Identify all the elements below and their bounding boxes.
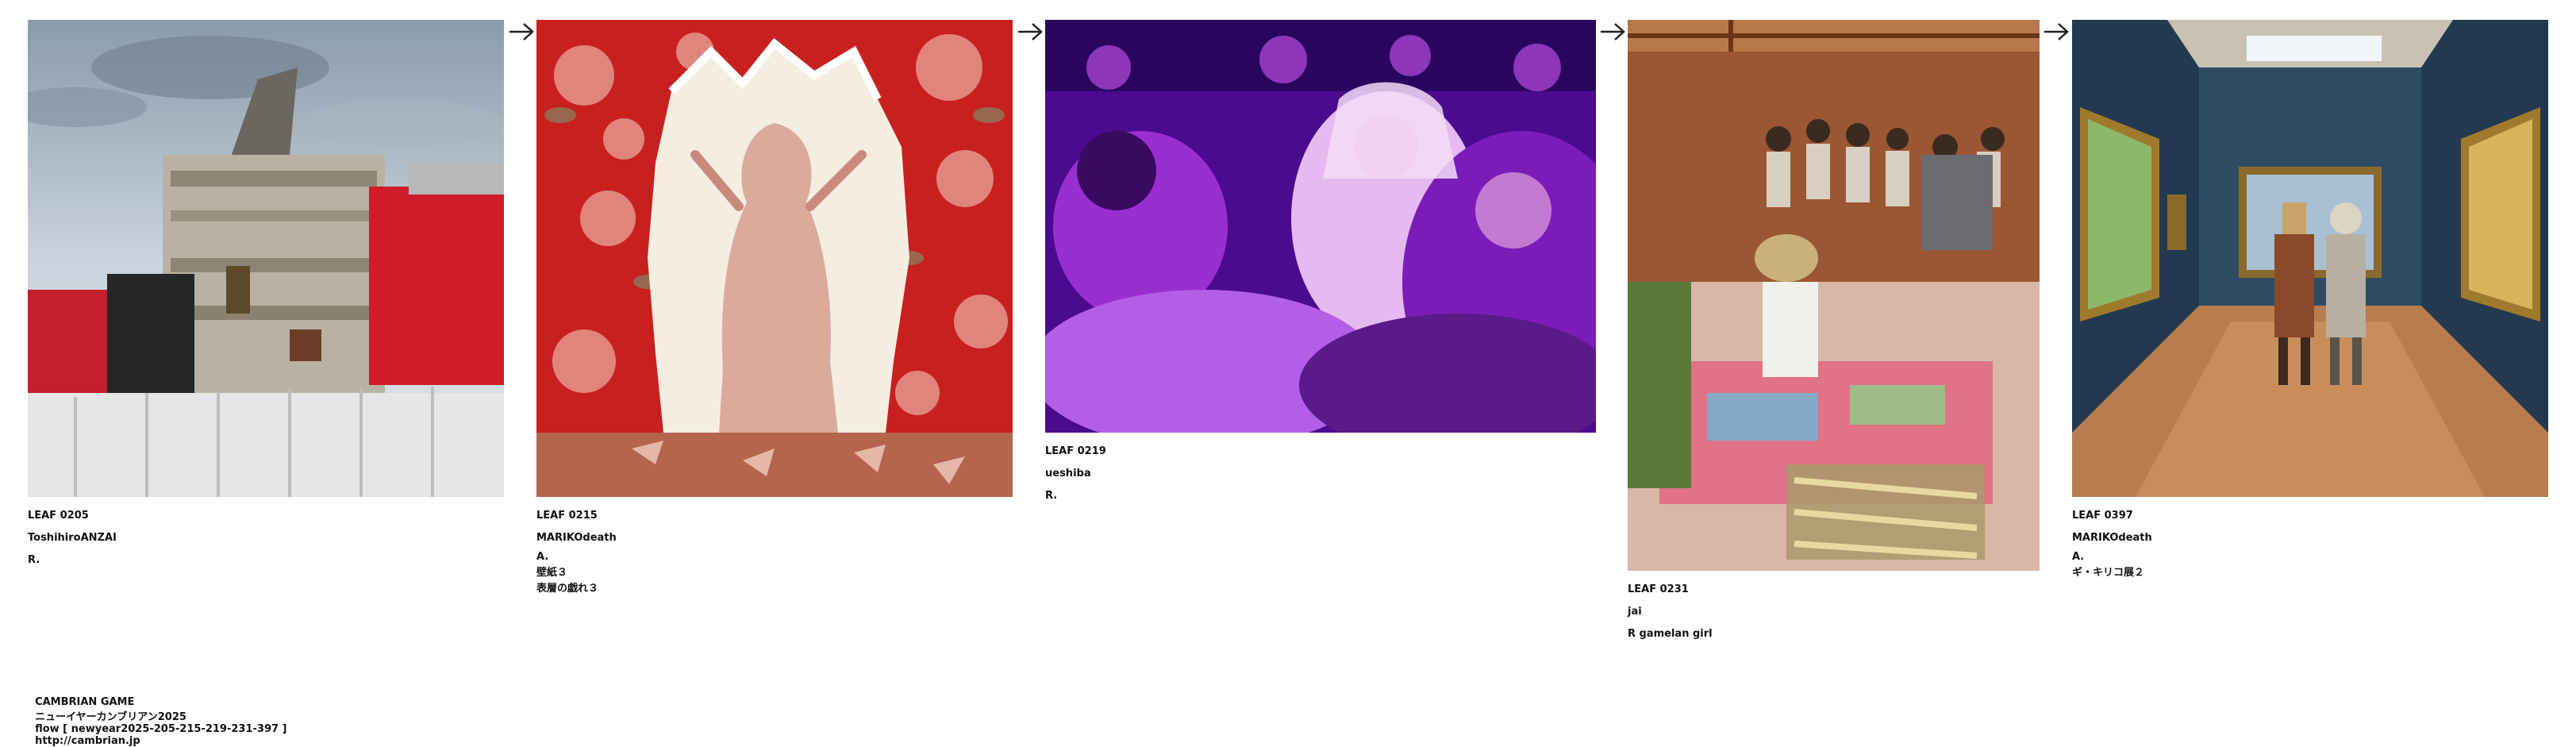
leaf-caption: LEAF 0397 MARIKOdeath A. ギ・キリコ展２ <box>2072 505 2548 581</box>
gamelan-room-image <box>1628 20 2040 571</box>
leaf-id[interactable]: LEAF 0205 <box>28 505 504 527</box>
leaf-id[interactable]: LEAF 0231 <box>1628 579 2040 601</box>
leaf-author[interactable]: ueshiba <box>1045 463 1596 485</box>
leaf-author[interactable]: jai <box>1628 601 2040 623</box>
leaf-mark: R. <box>28 554 40 566</box>
purple-celebration-image <box>1045 20 1596 433</box>
leaf-mark: R gamelan girl <box>1628 628 1713 640</box>
leaf-photo[interactable] <box>2072 20 2548 497</box>
leaf-note: 壁紙３ <box>536 567 568 579</box>
leaf-caption: LEAF 0231 jai R gamelan girl <box>1628 579 2040 645</box>
leaf-id[interactable]: LEAF 0397 <box>2072 505 2548 527</box>
leaf-author[interactable]: MARIKOdeath <box>2072 527 2548 549</box>
leaf-photo[interactable] <box>1628 20 2040 571</box>
flow-arrow-icon <box>509 23 534 40</box>
leaf-caption: LEAF 0215 MARIKOdeath A. 壁紙３ 表層の戯れ３ <box>536 505 1013 597</box>
leaf-card-0219[interactable]: LEAF 0219 ueshiba R. <box>1045 20 1596 507</box>
leaf-id[interactable]: LEAF 0219 <box>1045 441 1596 463</box>
leaf-mark: R. <box>1045 490 1058 502</box>
leaf-author[interactable]: ToshihiroANZAI <box>28 527 504 549</box>
leaf-caption: LEAF 0205 ToshihiroANZAI R. <box>28 505 504 572</box>
flow-arrow-icon <box>1601 23 1625 40</box>
torn-wallpaper-image <box>536 20 1013 497</box>
leaf-note: ギ・キリコ展２ <box>2072 567 2145 579</box>
demolished-building-image <box>28 20 504 497</box>
gallery-figures-image <box>2072 20 2548 497</box>
leaf-card-0205[interactable]: LEAF 0205 ToshihiroANZAI R. <box>28 20 504 572</box>
footer-flow: flow [ newyear2025-205-215-219-231-397 ] <box>35 723 287 735</box>
leaf-card-0215[interactable]: LEAF 0215 MARIKOdeath A. 壁紙３ 表層の戯れ３ <box>536 20 1013 597</box>
leaf-card-0231[interactable]: LEAF 0231 jai R gamelan girl <box>1628 20 2040 645</box>
leaf-id[interactable]: LEAF 0215 <box>536 505 1013 527</box>
leaf-photo[interactable] <box>536 20 1013 497</box>
leaf-author[interactable]: MARIKOdeath <box>536 527 1013 549</box>
flow-arrow-icon <box>2044 23 2069 40</box>
leaf-photo[interactable] <box>28 20 504 497</box>
leaf-photo[interactable] <box>1045 20 1596 433</box>
footer-game: CAMBRIAN GAME <box>35 696 135 708</box>
footer-line: CAMBRIAN GAME ニューイヤーカンブリアン2025 flow [ ne… <box>28 684 298 747</box>
flow-arrow-icon <box>1018 23 1043 40</box>
leaf-card-0397[interactable]: LEAF 0397 MARIKOdeath A. ギ・キリコ展２ <box>2072 20 2548 581</box>
leaf-mark: A. <box>536 551 549 563</box>
leaf-mark: A. <box>2072 551 2085 563</box>
footer-url-link[interactable]: http://cambrian.jp <box>35 735 140 747</box>
leaf-note: 表層の戯れ３ <box>536 583 599 595</box>
leaf-caption: LEAF 0219 ueshiba R. <box>1045 441 1596 507</box>
footer-event: ニューイヤーカンブリアン2025 <box>35 711 186 723</box>
